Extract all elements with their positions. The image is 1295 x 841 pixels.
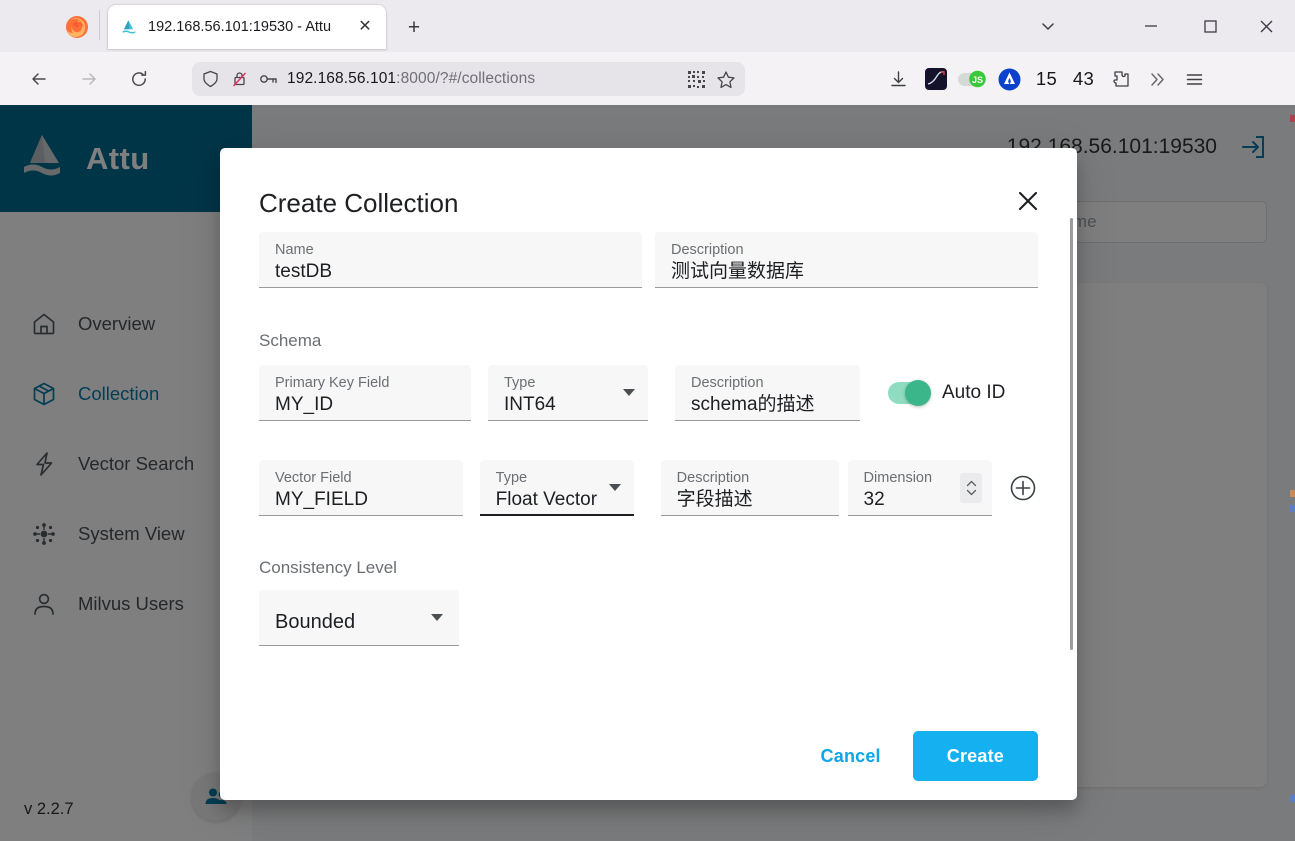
consistency-level-value: Bounded [275,611,356,633]
primary-key-type-select[interactable]: Type INT64 [488,365,648,421]
vector-description-value: 字段描述 [676,489,753,510]
auto-id-toggle[interactable] [888,380,931,406]
window-close-button[interactable] [1249,10,1283,42]
toolbar-counter-2[interactable]: 43 [1065,62,1102,96]
browser-chrome: 192.168.56.101:19530 - Attu ✕ + 192.168.… [0,0,1295,105]
shield-icon [200,69,220,89]
vector-field-label: Vector Field [275,470,352,486]
collection-description-value: 测试向量数据库 [671,261,805,282]
primary-key-description-label: Description [691,375,764,391]
insecure-lock-icon[interactable] [229,69,249,89]
collection-description-input[interactable]: Description 测试向量数据库 [655,232,1038,288]
tab-close-icon[interactable]: ✕ [354,16,376,38]
javascript-toggle-icon[interactable]: JS [954,62,991,96]
cancel-button[interactable]: Cancel [805,736,897,777]
reload-button[interactable] [122,62,156,96]
toggle-knob [905,380,931,406]
browser-toolbar-icons: JS 15 43 [880,62,1213,96]
chevron-down-icon[interactable] [608,484,621,491]
create-collection-dialog: Create Collection Name testDB Descriptio… [220,148,1077,800]
tab-list-chevron-down-icon[interactable] [1031,10,1065,42]
auto-id-label: Auto ID [942,382,1006,403]
vector-description-label: Description [676,470,750,486]
schema-section-label: Schema [259,331,322,350]
consistency-level-label: Consistency Level [259,558,397,577]
url-text: 192.168.56.101:8000/?#/collections [287,70,536,87]
firefox-logo-icon [64,14,90,40]
window-minimize-button[interactable] [1134,10,1168,42]
dialog-title: Create Collection [259,188,459,218]
bookmark-star-icon[interactable] [712,66,739,93]
hamburger-menu-icon[interactable] [1176,62,1213,96]
create-button[interactable]: Create [912,731,1038,781]
address-bar[interactable]: 192.168.56.101:8000/?#/collections [192,62,745,96]
vector-description-input[interactable]: Description 字段描述 [660,460,839,516]
vector-field-input[interactable]: Vector Field MY_FIELD [259,460,463,516]
chevron-down-icon[interactable] [431,614,443,621]
key-icon[interactable] [258,69,278,89]
tab-separator [99,10,100,40]
primary-key-field-input[interactable]: Primary Key Field MY_ID [259,365,471,421]
toolbar-counter-1[interactable]: 15 [1028,62,1065,96]
new-tab-button[interactable]: + [400,14,428,42]
browser-window: 192.168.56.101:19530 - Attu ✕ + 192.168.… [0,0,1295,841]
overflow-chevrons-icon[interactable] [1139,62,1176,96]
vector-type-label: Type [495,470,528,486]
qr-code-icon[interactable] [683,66,710,93]
attu-favicon-icon [120,18,138,36]
forward-button [72,62,106,96]
collection-name-value: testDB [275,261,333,282]
primary-key-field-value: MY_ID [275,394,334,415]
plus-circle-icon[interactable] [1008,473,1038,503]
scrollbar-mark [1290,505,1295,512]
window-maximize-button[interactable] [1193,10,1227,42]
dimension-input[interactable]: Dimension 32 [847,460,993,516]
scrollbar-mark [1290,115,1295,122]
page-scrollbar-marks [1290,105,1295,841]
close-icon[interactable] [1013,186,1043,216]
extension-blue-drop-icon[interactable] [991,62,1028,96]
chevron-down-icon[interactable] [623,389,635,396]
dialog-footer: Cancel Create [220,712,1077,800]
vector-type-select[interactable]: Type Float Vector [479,460,634,516]
browser-tab[interactable]: 192.168.56.101:19530 - Attu ✕ [108,5,386,49]
extensions-puzzle-icon[interactable] [1102,62,1139,96]
collection-description-label: Description [671,242,744,258]
tab-title: 192.168.56.101:19530 - Attu [148,19,332,35]
collection-name-label: Name [275,242,314,258]
tab-strip: 192.168.56.101:19530 - Attu ✕ + [0,0,1295,52]
downloads-icon[interactable] [880,62,917,96]
auto-id-control[interactable]: Auto ID [888,380,1006,406]
vector-field-value: MY_FIELD [275,489,368,510]
collection-name-input[interactable]: Name testDB [259,232,642,288]
dimension-stepper[interactable] [960,473,983,503]
extension-dark-icon[interactable] [917,62,954,96]
svg-text:JS: JS [971,75,982,85]
scrollbar-mark [1290,795,1295,802]
primary-key-type-label: Type [504,375,536,391]
dialog-body: Name testDB Description 测试向量数据库 Schema P… [220,232,1077,732]
scrollbar-mark [1290,490,1295,497]
primary-key-field-label: Primary Key Field [275,375,390,391]
address-bar-actions [683,66,739,93]
primary-key-description-value: schema的描述 [691,394,815,415]
vector-type-value: Float Vector [495,489,598,510]
primary-key-type-value: INT64 [504,394,556,415]
consistency-level-select[interactable]: Bounded [259,590,459,646]
back-button[interactable] [22,62,56,96]
primary-key-description-input[interactable]: Description schema的描述 [675,365,860,421]
